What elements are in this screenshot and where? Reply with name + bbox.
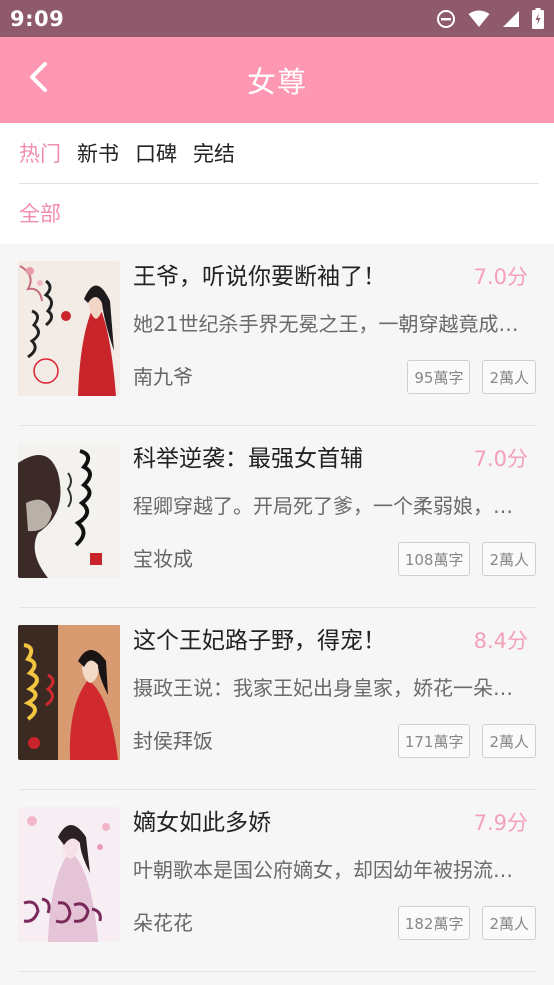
filter-all[interactable]: 全部 bbox=[19, 199, 61, 229]
book-item[interactable]: 这个王妃路子野，得宠！ 8.4分 摄政王说：我家王妃出身皇家，娇花一朵，谁敢欺负… bbox=[0, 608, 554, 790]
reader-count-badge: 2萬人 bbox=[482, 542, 536, 576]
book-description: 摄政王说：我家王妃出身皇家，娇花一朵，谁敢欺负她本王就灭 bbox=[133, 676, 523, 700]
book-cover-image bbox=[18, 261, 120, 396]
chevron-left-icon bbox=[27, 61, 49, 97]
book-title: 科举逆袭：最强女首辅 bbox=[133, 446, 363, 472]
book-title: 王爷，听说你要断袖了！ bbox=[133, 264, 386, 290]
app-bar: 女尊 bbox=[0, 37, 554, 123]
tab-completed[interactable]: 完结 bbox=[193, 139, 235, 169]
book-author: 宝妆成 bbox=[133, 547, 193, 571]
book-description: 她21世纪杀手界无冕之王，一朝穿越竟成了丞相府最不受宠的 bbox=[133, 312, 523, 336]
book-cover-image bbox=[18, 443, 120, 578]
status-time: 9:09 bbox=[10, 6, 65, 31]
signal-icon bbox=[502, 10, 520, 28]
book-item[interactable]: 科举逆袭：最强女首辅 7.0分 程卿穿越了。开局死了爹，一个柔弱娘，还要假扮男子… bbox=[0, 426, 554, 608]
word-count-badge: 108萬字 bbox=[397, 542, 471, 576]
filter-tabs: 热门 新书 口碑 完结 bbox=[19, 139, 235, 169]
word-count-badge: 171萬字 bbox=[397, 724, 471, 758]
tab-new[interactable]: 新书 bbox=[77, 139, 119, 169]
reader-count-badge: 2萬人 bbox=[482, 724, 536, 758]
book-score: 7.0分 bbox=[473, 265, 528, 289]
book-description: 程卿穿越了。开局死了爹，一个柔弱娘，还要假扮男子撑起门户 bbox=[133, 494, 523, 518]
book-list: 王爷，听说你要断袖了！ 7.0分 她21世纪杀手界无冕之王，一朝穿越竟成了丞相府… bbox=[0, 244, 554, 972]
tab-reputation[interactable]: 口碑 bbox=[135, 139, 177, 169]
word-count-badge: 95萬字 bbox=[407, 360, 471, 394]
wifi-icon bbox=[468, 10, 490, 28]
book-item[interactable]: 王爷，听说你要断袖了！ 7.0分 她21世纪杀手界无冕之王，一朝穿越竟成了丞相府… bbox=[0, 244, 554, 426]
book-description: 叶朝歌本是国公府嫡女，却因幼年被拐流落在外，回府后受尽 bbox=[133, 858, 523, 882]
reader-count-badge: 2萬人 bbox=[482, 906, 536, 940]
status-icons bbox=[436, 8, 544, 29]
book-author: 南九爷 bbox=[133, 365, 193, 389]
word-count-badge: 182萬字 bbox=[397, 906, 471, 940]
book-title: 嫡女如此多娇 bbox=[133, 810, 271, 836]
book-score: 8.4分 bbox=[473, 629, 528, 653]
page-title: 女尊 bbox=[246, 65, 307, 99]
book-cover-image bbox=[18, 625, 120, 760]
book-tags: 182萬字 2萬人 bbox=[397, 906, 536, 940]
tab-hot[interactable]: 热门 bbox=[19, 139, 61, 169]
book-item[interactable]: 嫡女如此多娇 7.9分 叶朝歌本是国公府嫡女，却因幼年被拐流落在外，回府后受尽 … bbox=[0, 790, 554, 972]
book-tags: 95萬字 2萬人 bbox=[407, 360, 536, 394]
book-score: 7.9分 bbox=[473, 811, 528, 835]
book-title: 这个王妃路子野，得宠！ bbox=[133, 628, 386, 654]
reader-count-badge: 2萬人 bbox=[482, 360, 536, 394]
book-tags: 108萬字 2萬人 bbox=[397, 542, 536, 576]
do-not-disturb-icon bbox=[436, 9, 456, 29]
filter-divider bbox=[19, 183, 539, 184]
book-author: 朵花花 bbox=[133, 911, 193, 935]
back-button[interactable] bbox=[18, 59, 58, 99]
book-cover-image bbox=[18, 807, 120, 942]
filter-panel: 热门 新书 口碑 完结 全部 bbox=[0, 123, 554, 244]
battery-icon bbox=[532, 8, 544, 29]
book-tags: 171萬字 2萬人 bbox=[397, 724, 536, 758]
book-author: 封侯拜饭 bbox=[133, 729, 213, 753]
status-bar: 9:09 bbox=[0, 0, 554, 37]
book-score: 7.0分 bbox=[473, 447, 528, 471]
